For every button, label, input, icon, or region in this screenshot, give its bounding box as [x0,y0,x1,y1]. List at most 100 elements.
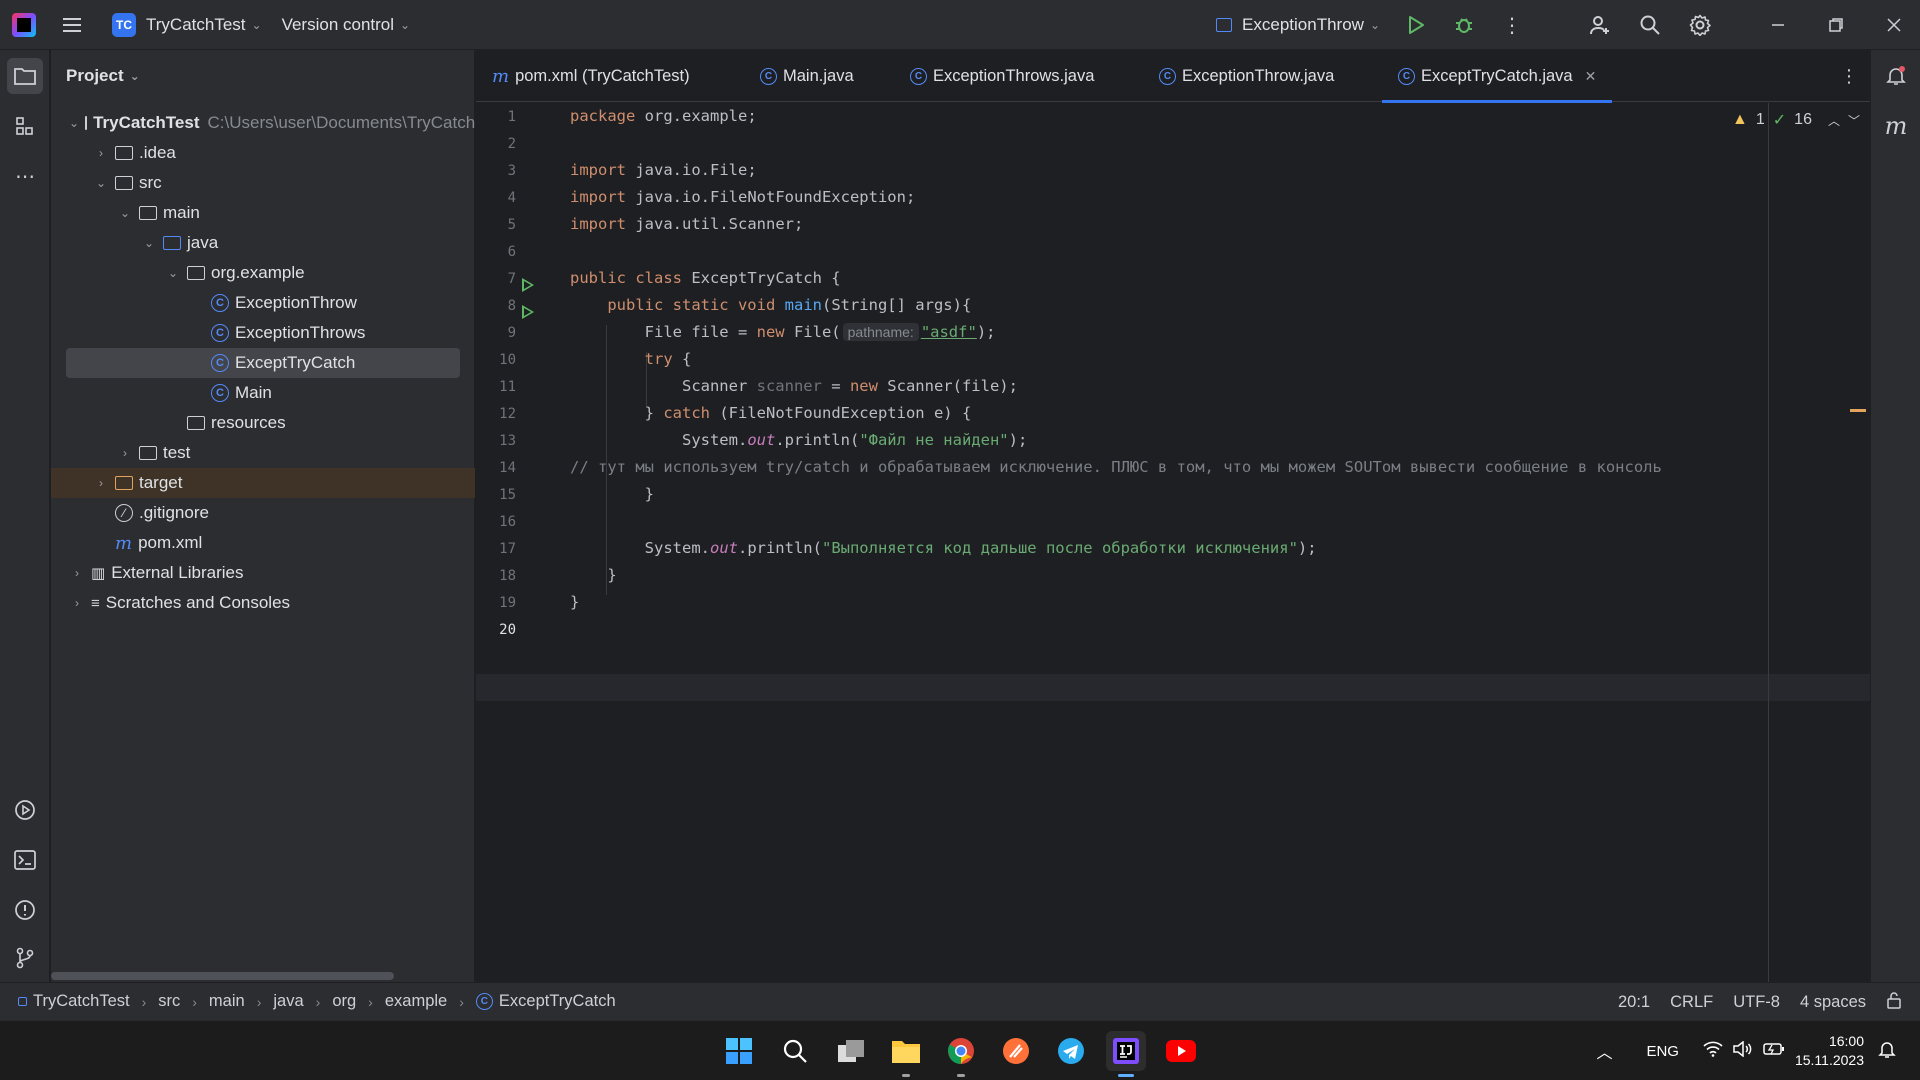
breadcrumb-item[interactable]: main [209,992,245,1011]
project-panel-header[interactable]: Project ⌄ [51,50,474,102]
tab-exceptionthrows-java[interactable]: C ExceptionThrows.java [910,50,1094,102]
youtube-icon[interactable] [1161,1031,1201,1071]
telegram-icon[interactable] [1051,1031,1091,1071]
project-widget[interactable]: TC TryCatchTest ⌄ [104,7,270,43]
breadcrumb: TryCatchTest › src › main › java › org ›… [18,992,616,1011]
version-control-widget[interactable]: Version control ⌄ [274,7,419,43]
tree-item-class-selected[interactable]: C ExceptTryCatch [66,348,460,378]
tab-options-icon[interactable]: ⋮ [1840,50,1858,102]
clock[interactable]: 16:00 15.11.2023 [1795,1032,1864,1070]
services-run-icon[interactable] [7,792,43,828]
tree-item-class[interactable]: C ExceptionThrow [51,288,475,318]
tree-item-java[interactable]: ⌄ java [51,228,475,258]
clock-time: 16:00 [1828,1033,1864,1049]
intellij-logo-icon [12,12,36,37]
warning-stripe-marker[interactable] [1850,409,1866,412]
breadcrumb-item[interactable]: org [332,992,356,1011]
tree-item-idea[interactable]: › .idea [51,138,475,168]
minimize-window-button[interactable] [1760,7,1796,43]
line-separator[interactable]: CRLF [1670,993,1713,1012]
run-config-selector[interactable]: ExceptionThrow ⌄ [1208,7,1388,43]
chevron-down-icon: ⌄ [143,236,155,250]
package-icon [187,266,205,280]
notifications-bell-icon[interactable] [1878,1039,1896,1063]
tree-item-resources[interactable]: resources [51,408,475,438]
search-icon[interactable] [1632,7,1668,43]
close-tab-icon[interactable]: ✕ [1585,68,1597,85]
tab-excepttrycatch-java[interactable]: C ExceptTryCatch.java ✕ [1382,50,1613,103]
tree-item-root[interactable]: ⌄ TryCatchTest C:\Users\user\Documents\T… [51,108,475,138]
run-button[interactable] [1398,7,1434,43]
tree-item-target[interactable]: › target [51,468,475,498]
chevron-down-icon: ⌄ [167,266,179,280]
terminal-icon[interactable] [7,842,43,878]
more-tools-icon[interactable]: ⋯ [7,158,43,194]
tree-item-gitignore[interactable]: ⁄ .gitignore [51,498,475,528]
inspections-widget[interactable]: ▲ 1 ✓ 16 ︿ ﹀ [1732,110,1860,130]
tree-item-pom[interactable]: m pom.xml [51,528,475,558]
project-name: TryCatchTest [146,14,246,34]
module-folder-icon [85,116,88,130]
restore-window-button[interactable] [1818,7,1854,43]
file-explorer-icon[interactable] [886,1031,926,1077]
chevron-down-icon[interactable]: ﹀ [1848,112,1860,129]
breadcrumb-item[interactable]: java [273,992,303,1011]
chevron-up-icon[interactable]: ︿ [1828,112,1840,129]
input-language[interactable]: ENG [1646,1043,1679,1060]
git-branch-icon[interactable] [7,940,43,976]
task-view-icon[interactable] [831,1031,871,1071]
more-actions-icon[interactable]: ⋮ [1494,7,1530,43]
tree-item-class[interactable]: C Main [51,378,475,408]
line-number: 1 [507,109,516,125]
tab-exceptionthrow-java[interactable]: C ExceptionThrow.java [1159,50,1334,102]
code-area[interactable]: package org.example; import java.io.File… [570,103,1760,982]
tree-item-external-libraries[interactable]: › ▥ External Libraries [51,558,475,588]
settings-gear-icon[interactable] [1682,7,1718,43]
add-user-icon[interactable] [1582,7,1618,43]
tree-item-test[interactable]: › test [51,438,475,468]
chevron-right-icon: › [459,993,464,1010]
project-tool-folder-icon[interactable] [7,58,43,94]
close-window-button[interactable] [1876,7,1912,43]
tree-item-class[interactable]: C ExceptionThrows [51,318,475,348]
run-class-gutter-icon[interactable] [522,278,534,292]
volume-icon[interactable] [1733,1040,1753,1061]
file-encoding[interactable]: UTF-8 [1733,993,1780,1012]
tree-item-scratches[interactable]: › ≡ Scratches and Consoles [51,588,475,618]
app-orange-icon[interactable] [996,1031,1036,1071]
line-number: 10 [499,352,516,368]
tab-pom-xml[interactable]: m pom.xml (TryCatchTest) [492,50,690,102]
horizontal-scrollbar[interactable] [51,972,394,980]
intellij-idea-icon[interactable] [1106,1031,1146,1077]
problems-icon[interactable] [7,892,43,928]
tree-item-package[interactable]: ⌄ org.example [51,258,475,288]
wifi-icon[interactable] [1703,1041,1723,1061]
chrome-icon[interactable] [941,1031,981,1077]
debug-button[interactable] [1446,7,1482,43]
tab-main-java[interactable]: C Main.java [760,50,854,102]
java-class-icon: C [910,67,927,85]
structure-icon[interactable] [7,108,43,144]
battery-icon[interactable] [1763,1042,1785,1060]
windows-start-icon[interactable] [719,1031,759,1071]
tree-item-src[interactable]: ⌄ src [51,168,475,198]
show-hidden-icons-chevron-icon[interactable]: ︿ [1596,1039,1612,1063]
breadcrumb-item[interactable]: TryCatchTest [33,992,130,1011]
chevron-right-icon: › [75,566,79,580]
run-main-gutter-icon[interactable] [522,305,534,319]
read-only-lock-icon[interactable] [1886,991,1902,1014]
breadcrumb-item[interactable]: ExceptTryCatch [499,992,616,1011]
notifications-bell-icon[interactable] [1878,58,1914,94]
caret-position[interactable]: 20:1 [1618,993,1650,1012]
indent-setting[interactable]: 4 spaces [1800,993,1866,1012]
line-number: 6 [507,244,516,260]
main-menu-icon[interactable] [54,7,90,43]
maven-tool-icon[interactable]: m [1878,108,1914,144]
tree-item-label: .gitignore [139,503,209,522]
search-icon[interactable] [775,1031,815,1071]
breadcrumb-item[interactable]: example [385,992,447,1011]
tree-item-label: .idea [139,143,176,162]
breadcrumb-item[interactable]: src [158,992,180,1011]
tree-item-main[interactable]: ⌄ main [51,198,475,228]
code-line-11: Scanner scanner = new Scanner(file); [681,377,1018,395]
